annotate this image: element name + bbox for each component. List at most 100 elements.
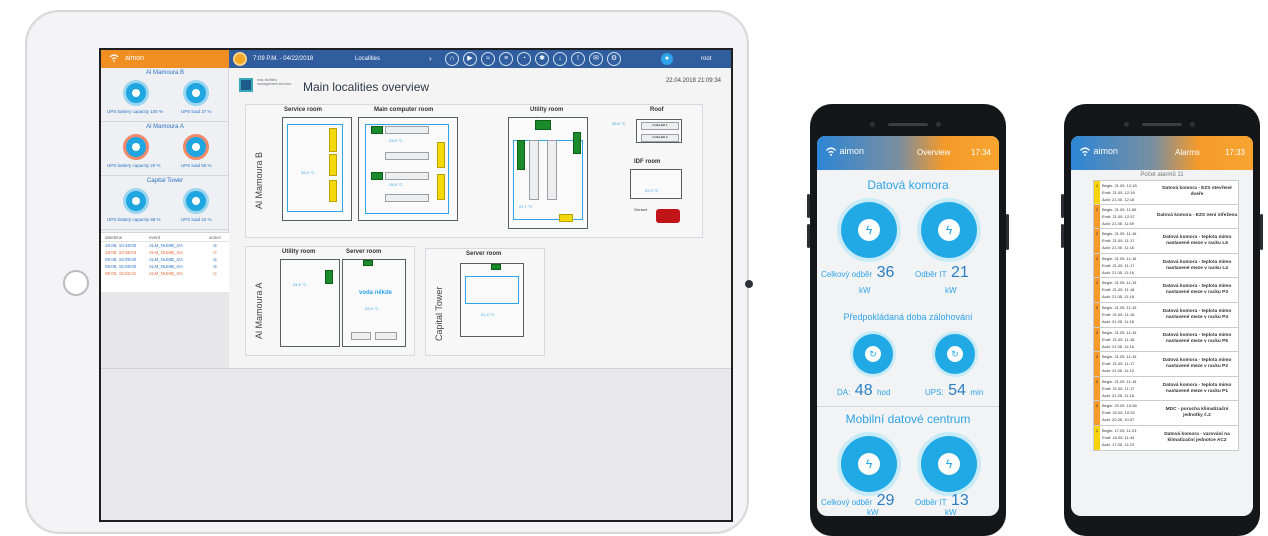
volume-button[interactable] [1061, 194, 1064, 218]
settings-icon[interactable]: ⚙ [607, 52, 621, 66]
rack-yellow[interactable] [329, 180, 337, 202]
rack-yellow[interactable] [329, 128, 337, 152]
utility-room[interactable]: 21.7 °C [508, 117, 588, 229]
download-icon[interactable]: ↓ [553, 52, 567, 66]
rack-yellow[interactable] [437, 174, 445, 200]
alarm-item[interactable]: 1 Begin: 21.05. 12:18 Endt: 21.05. 12:18 Ac… [1093, 180, 1239, 205]
rack-green[interactable] [371, 126, 383, 134]
battery-gauge-icon [123, 188, 149, 214]
phone-screen: aimon Overview 17:34 Datová komora ϟ ϟ C… [817, 136, 999, 516]
service-room[interactable]: 26.4 °C [282, 117, 352, 221]
rack-green[interactable] [325, 270, 333, 284]
power-gauge-icon[interactable]: ϟ [841, 436, 897, 492]
play-icon[interactable]: ▶ [463, 52, 477, 66]
floor-label: Al Mamoura A [254, 282, 264, 339]
ups-unit[interactable] [529, 140, 539, 200]
battery-unit[interactable] [547, 140, 557, 200]
event-row[interactable]: 09:08, 15:03:31 ALM_NUMB_OA ⊙ [101, 270, 229, 277]
rack-green[interactable] [371, 172, 383, 180]
server-room-c[interactable]: 21.4 °C [460, 263, 524, 337]
alarm-item[interactable]: 2 Begin: 21.05. 11:15 Endt: 21.05. 11:18 Ac… [1093, 327, 1239, 353]
list-icon[interactable]: ≡ [499, 52, 513, 66]
power-gauge-icon[interactable]: ϟ [841, 202, 897, 258]
ack-icon[interactable]: ⊘ [209, 263, 221, 270]
headset-icon[interactable]: ∩ [445, 52, 459, 66]
alarm-item[interactable]: 2 Begin: 21.05. 11:15 Endt: 21.05. 11:16 Ac… [1093, 302, 1239, 328]
event-row[interactable]: 18:08, 10:49:00 ALM_NUMB_OA ⊘ [101, 242, 229, 249]
alarm-item[interactable]: 2 Begin: 21.05. 11:15 Endt: 21.05. 11:17 Ac… [1093, 376, 1239, 402]
rack-yellow[interactable] [559, 214, 573, 222]
ack-icon[interactable]: ⊘ [209, 256, 221, 263]
charts-icon[interactable]: ≈ [481, 52, 495, 66]
fan-icon[interactable]: ✱ [535, 52, 549, 66]
power-gauge-icon[interactable]: ϟ [921, 202, 977, 258]
chiller-unit[interactable]: CHILLER 2 [641, 134, 679, 142]
rack-row[interactable] [385, 126, 429, 134]
user-name[interactable]: root [701, 50, 711, 68]
ack-icon[interactable]: ⊘ [209, 242, 221, 249]
brand-bar[interactable]: aimon [101, 50, 229, 68]
rack-row[interactable] [375, 332, 397, 340]
brand-name[interactable]: aimon [1079, 146, 1118, 157]
chevron-right-icon[interactable]: › [429, 50, 432, 68]
volume-button[interactable] [807, 224, 810, 248]
main-computer-room[interactable]: 23.6 °C 25.8 °C [358, 117, 458, 221]
site-card[interactable]: Al Mamoura A UPS battery capacity 20 % U… [101, 122, 228, 176]
rack-row[interactable] [351, 332, 371, 340]
floorplan-mamoura-a[interactable]: Al Mamoura A Utility room Server room 24… [245, 246, 415, 356]
site-card[interactable]: Capital Tower UPS battery capacity 88 % … [101, 176, 228, 230]
site-card[interactable]: Al Mamoura B UPS battery capacity 100 % … [101, 68, 228, 122]
sms-icon[interactable]: ✉ [589, 52, 603, 66]
backup-gauge-icon[interactable]: ↻ [935, 334, 975, 374]
brand-name[interactable]: aimon [825, 146, 864, 157]
alarm-item[interactable]: 2 Begin: 21.05. 11:16 Endt: 21.05. 11:17 Ac… [1093, 229, 1239, 254]
alarm-message: Datová komora - teplota mimo nastavené m… [1162, 284, 1232, 296]
localities-menu[interactable]: Localities [355, 50, 380, 68]
utility-room-a[interactable]: 24.5 °C [280, 259, 340, 347]
event-row[interactable]: 18:08, 10:38:53 ALM_NUMB_OA ⊙ [101, 249, 229, 256]
rack-green[interactable] [363, 260, 373, 266]
server-room-a[interactable]: voda někde 22.6 °C [342, 259, 406, 347]
floorplan-mamoura-b[interactable]: Al Mamoura B Service room Main computer … [245, 104, 703, 238]
alarm-item[interactable]: 2 Begin: 21.05. 11:15 Endt: 21.05. 11:17 Ac… [1093, 352, 1239, 377]
alarm-item[interactable]: 2 Begin: 21.05. 11:15 Endt: 21.05. 11:18 Ac… [1093, 278, 1239, 303]
rack-green[interactable] [573, 132, 581, 154]
volume-button[interactable] [807, 194, 810, 218]
home-button[interactable] [63, 270, 89, 296]
room-title: Server room [346, 249, 382, 255]
rack-yellow[interactable] [437, 142, 445, 168]
power-button[interactable] [1006, 214, 1009, 250]
rack-row[interactable] [385, 152, 429, 160]
severity-badge: 2 [1094, 327, 1100, 352]
alarm-item[interactable]: 1 Begin: 17.05. 11:23 Endt: 18.05. 11:44 Ac… [1093, 425, 1239, 451]
alert-icon[interactable]: ! [571, 52, 585, 66]
power-button[interactable] [1260, 214, 1263, 250]
user-icon[interactable]: ● [661, 53, 673, 65]
genset-icon[interactable] [656, 209, 680, 223]
idf-room[interactable]: 22.3 °C [630, 169, 682, 199]
alert-icon[interactable]: ⊙ [209, 249, 221, 256]
event-row[interactable]: 09:08, 15:09:00 ALM_NUMB_OA ⊘ [101, 263, 229, 270]
rack-row[interactable] [385, 172, 429, 180]
power-gauge-icon[interactable]: ϟ [921, 436, 977, 492]
alarm-begin: Begin: 20.05. 10:38 [1102, 403, 1137, 409]
chiller-unit[interactable]: CHILLER 1 [641, 122, 679, 130]
severity-badge: 2 [1094, 278, 1100, 302]
floorplan-capital-tower[interactable]: Capital Tower Server room 21.4 °C [425, 248, 545, 356]
gauge-icon[interactable]: ◔ [517, 52, 531, 66]
volume-button[interactable] [1061, 224, 1064, 248]
rack-row[interactable] [385, 194, 429, 202]
alarm-item[interactable]: 2 Begin: 21.05. 11:16 Endt: 21.05. 11:17 Ac… [1093, 253, 1239, 279]
rack-yellow[interactable] [329, 154, 337, 176]
load-caption: UPS load 42 % [181, 217, 212, 222]
rack-green[interactable] [535, 120, 551, 130]
alert-icon[interactable]: ⊙ [209, 270, 221, 277]
temp-reading: 22.3 °C [645, 188, 659, 193]
backup-gauge-icon[interactable]: ↻ [853, 334, 893, 374]
rack-green[interactable] [517, 140, 525, 170]
event-row[interactable]: 09:08, 15:09:00 ALM_NUMB_OA ⊘ [101, 256, 229, 263]
alarm-item[interactable]: 2 Begin: 21.05. 11:56 Endt: 21.05. 12:37 Ac… [1093, 204, 1239, 230]
rack-green[interactable] [491, 264, 501, 270]
alarm-item[interactable]: 2 Begin: 20.05. 10:38 Endt: 20.05. 10:32 Ac… [1093, 401, 1239, 426]
roof-chillers[interactable]: CHILLER 1 CHILLER 2 [636, 119, 682, 143]
